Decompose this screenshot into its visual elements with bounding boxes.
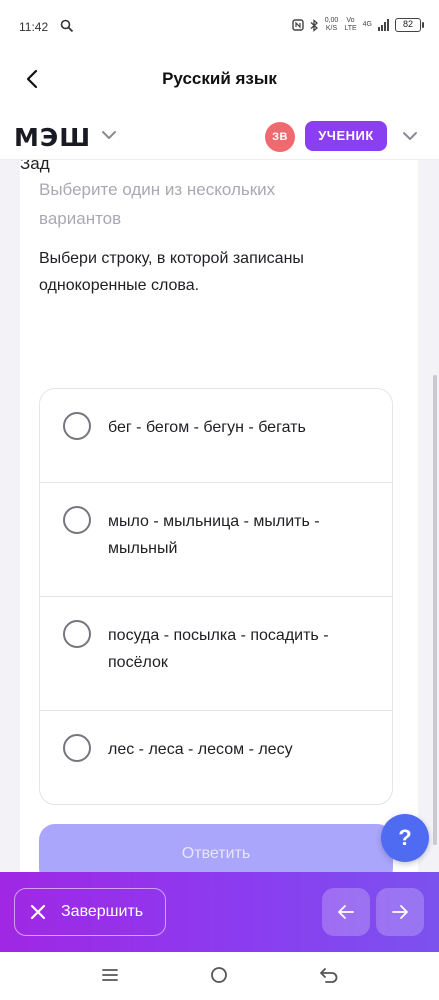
answer-option-3[interactable]: посуда - посылка - посадить - посёлок bbox=[40, 596, 392, 710]
system-navigation bbox=[0, 952, 439, 1000]
answer-option-label: посуда - посылка - посадить - посёлок bbox=[108, 627, 329, 671]
battery-indicator: 82 bbox=[395, 18, 424, 32]
bluetooth-icon bbox=[310, 18, 318, 32]
network-type: 4G bbox=[363, 21, 372, 29]
answer-option-label: бег - бегом - бегун - бегать bbox=[108, 419, 306, 436]
radio-button[interactable] bbox=[63, 412, 91, 440]
help-button[interactable]: ? bbox=[381, 814, 429, 862]
close-icon bbox=[30, 904, 46, 920]
task-content: Зад Выберите один из нескольких варианто… bbox=[0, 160, 439, 872]
menu-icon[interactable] bbox=[101, 966, 119, 989]
radio-button[interactable] bbox=[63, 620, 91, 648]
scrollbar[interactable] bbox=[433, 375, 437, 845]
page-title: Русский язык bbox=[162, 69, 277, 88]
submit-button[interactable]: Ответить bbox=[39, 824, 393, 872]
nfc-icon bbox=[292, 19, 304, 31]
answer-option-label: лес - леса - лесом - лесу bbox=[108, 741, 293, 758]
signal-icon bbox=[378, 19, 389, 31]
prev-button[interactable] bbox=[322, 888, 370, 936]
radio-button[interactable] bbox=[63, 506, 91, 534]
arrow-right-icon bbox=[392, 905, 408, 919]
app-header: Русский язык bbox=[0, 52, 439, 104]
answer-option-4[interactable]: лес - леса - лесом - лесу bbox=[40, 710, 392, 804]
answer-option-2[interactable]: мыло - мыльница - мылить - мыльный bbox=[40, 482, 392, 596]
answer-option-label: мыло - мыльница - мылить - мыльный bbox=[108, 513, 320, 557]
role-badge[interactable]: УЧЕНИК bbox=[305, 121, 387, 151]
answer-option-1[interactable]: бег - бегом - бегун - бегать bbox=[40, 389, 392, 482]
home-icon[interactable] bbox=[210, 966, 228, 989]
status-time: 11:42 bbox=[19, 20, 49, 34]
action-bar: Завершить bbox=[0, 872, 439, 952]
net-speed-unit: K/S bbox=[325, 25, 338, 32]
question-text: Выбери строку, в которой записаны одноко… bbox=[39, 250, 304, 294]
avatar[interactable]: ЗВ bbox=[265, 122, 295, 152]
volte-indicator: Vo LTE bbox=[344, 17, 356, 33]
finish-button[interactable]: Завершить bbox=[14, 888, 166, 936]
net-speed: 0,00 K/S bbox=[325, 17, 339, 33]
network-gen-label: 4G bbox=[362, 21, 372, 28]
mesh-header: МЭШ ЗВ УЧЕНИК bbox=[0, 112, 439, 160]
back-icon[interactable] bbox=[319, 966, 339, 989]
status-indicators: 0,00 K/S Vo LTE 4G 82 bbox=[292, 17, 424, 33]
net-speed-value: 0,00 bbox=[324, 17, 339, 24]
answer-options: бег - бегом - бегун - бегать мыло - мыль… bbox=[39, 388, 393, 805]
vo-label: Vo bbox=[346, 17, 355, 24]
status-bar: 11:42 0,00 K/S Vo LTE 4G 82 bbox=[0, 0, 439, 52]
search-icon bbox=[60, 19, 74, 33]
finish-label: Завершить bbox=[61, 903, 144, 920]
chevron-down-icon[interactable] bbox=[401, 130, 419, 142]
task-heading: Зад bbox=[20, 160, 50, 173]
mesh-logo[interactable]: МЭШ bbox=[14, 123, 91, 152]
arrow-left-icon bbox=[338, 905, 354, 919]
lte-label: LTE bbox=[344, 25, 357, 32]
radio-button[interactable] bbox=[63, 734, 91, 762]
chevron-down-icon[interactable] bbox=[100, 129, 118, 141]
task-hint: Выберите один из нескольких вариантов bbox=[39, 180, 276, 228]
next-button[interactable] bbox=[376, 888, 424, 936]
